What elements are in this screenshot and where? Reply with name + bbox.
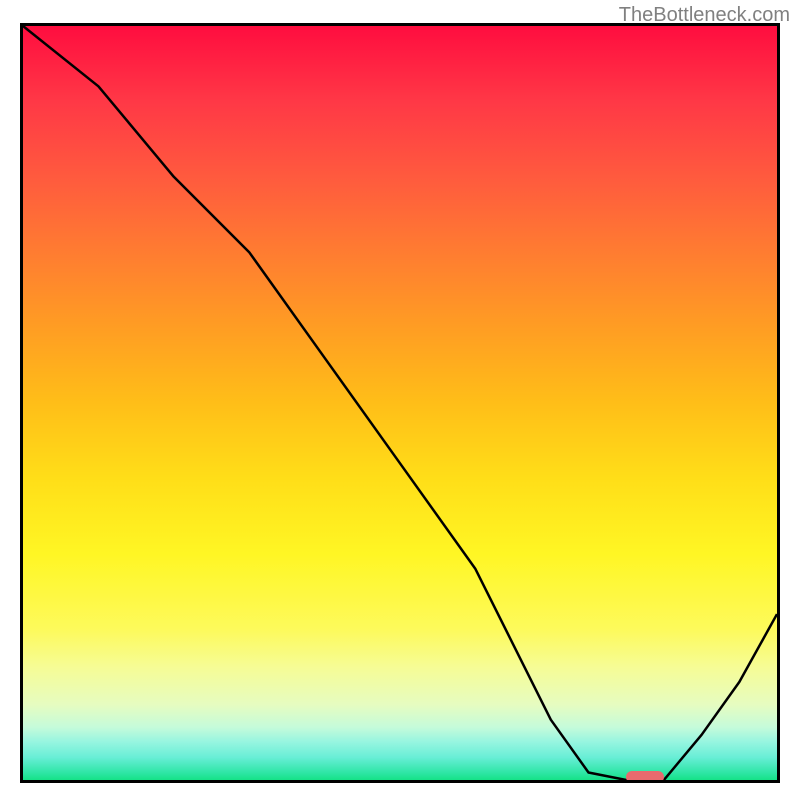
chart-container: TheBottleneck.com — [0, 0, 800, 800]
optimal-marker — [626, 771, 664, 783]
watermark-text: TheBottleneck.com — [619, 4, 790, 27]
plot-area — [20, 23, 780, 783]
curve-line — [23, 26, 777, 780]
bottleneck-curve-path — [23, 26, 777, 780]
